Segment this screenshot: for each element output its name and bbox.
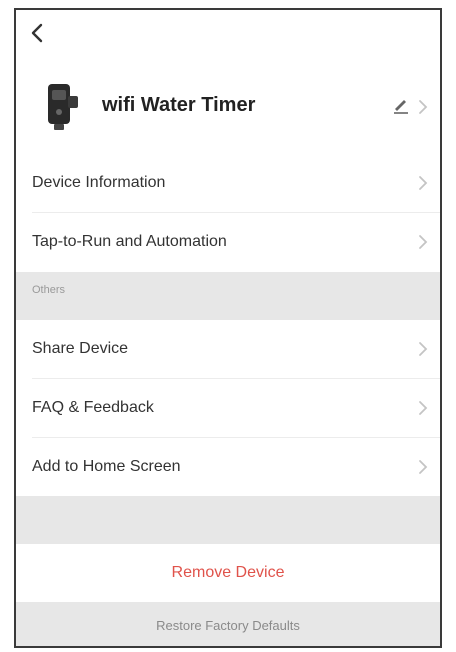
settings-screen: wifi Water Timer Device Information Tap-… <box>14 8 442 648</box>
row-label: Add to Home Screen <box>32 458 181 475</box>
device-name: wifi Water Timer <box>102 94 256 116</box>
chevron-right-icon <box>419 100 428 114</box>
chevron-right-icon <box>419 235 428 249</box>
section-spacer <box>16 496 440 544</box>
row-faq-feedback[interactable]: FAQ & Feedback <box>16 379 440 437</box>
device-header[interactable]: wifi Water Timer <box>16 72 440 142</box>
restore-factory-defaults-label: Restore Factory Defaults <box>156 617 300 633</box>
chevron-right-icon <box>419 342 428 356</box>
section-header-others: Others <box>16 272 440 320</box>
chevron-right-icon <box>419 176 428 190</box>
row-tap-to-run[interactable]: Tap-to-Run and Automation <box>16 213 440 271</box>
chevron-left-icon <box>31 23 43 43</box>
pencil-icon[interactable] <box>392 96 410 114</box>
restore-factory-defaults-button[interactable]: Restore Factory Defaults <box>16 602 440 646</box>
remove-device-button[interactable]: Remove Device <box>16 544 440 602</box>
section-title: Others <box>32 284 66 296</box>
row-device-information[interactable]: Device Information <box>16 154 440 212</box>
water-timer-device-icon <box>48 84 78 130</box>
remove-device-label: Remove Device <box>171 564 285 581</box>
row-share-device[interactable]: Share Device <box>16 320 440 378</box>
top-nav <box>16 10 440 54</box>
chevron-right-icon <box>419 460 428 474</box>
back-button[interactable] <box>22 18 52 48</box>
chevron-right-icon <box>419 401 428 415</box>
row-label: FAQ & Feedback <box>32 399 154 416</box>
row-label: Share Device <box>32 340 129 357</box>
row-add-to-home-screen[interactable]: Add to Home Screen <box>16 438 440 496</box>
row-label: Device Information <box>32 174 166 191</box>
row-label: Tap-to-Run and Automation <box>32 233 227 250</box>
